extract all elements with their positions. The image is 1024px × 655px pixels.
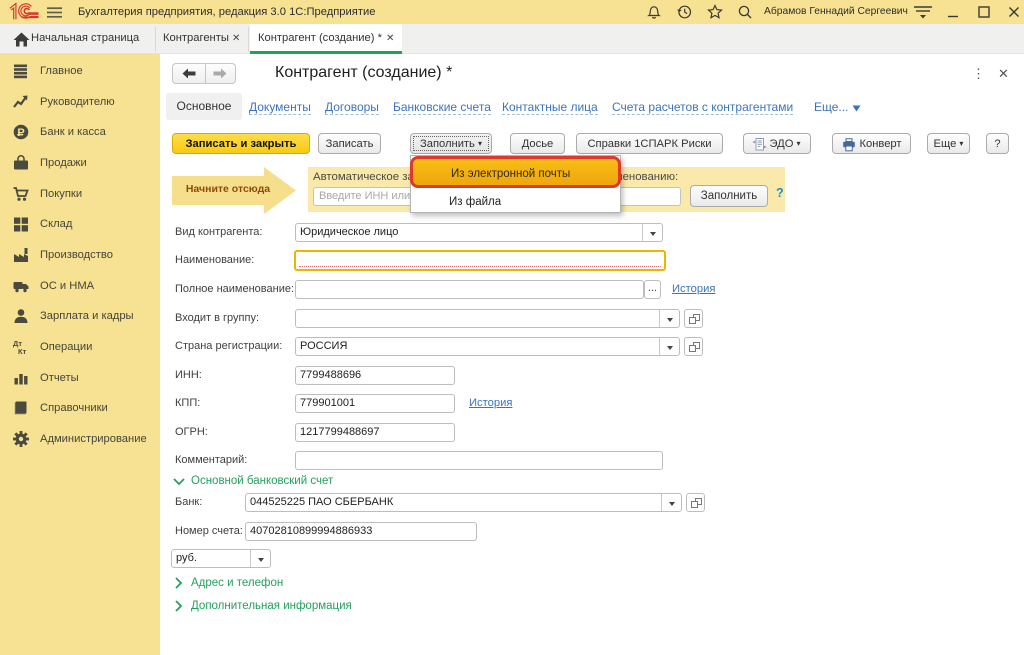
- svg-text:P: P: [17, 127, 24, 139]
- svg-text:Кт: Кт: [18, 347, 27, 356]
